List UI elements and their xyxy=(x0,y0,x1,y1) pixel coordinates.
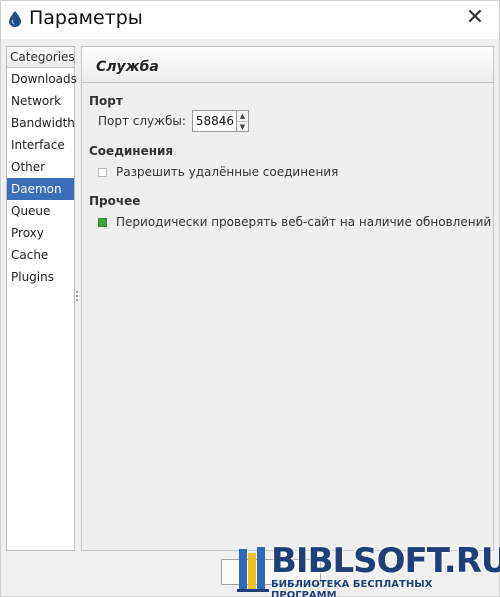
categories-header: Categories xyxy=(7,47,75,68)
watermark-overlay: BIBLSOFT.RU БИБЛИОТЕКА БЕСПЛАТНЫХ ПРОГРА… xyxy=(221,541,500,597)
sidebar-item-interface[interactable]: Interface xyxy=(7,134,74,156)
categories-list: Categories Downloads Network Bandwidth I… xyxy=(6,46,77,551)
daemon-settings-panel: Служба Порт Порт службы: 58846 ▲ ▼ Соеди… xyxy=(81,46,494,551)
drop-app-icon xyxy=(9,11,21,27)
check-updates-checkbox[interactable] xyxy=(98,217,107,227)
preferences-window: Параметры ✕ Categories Downloads Network… xyxy=(0,0,500,597)
daemon-port-input[interactable]: 58846 xyxy=(191,110,237,132)
port-label: Порт службы: xyxy=(98,114,186,128)
allow-remote-row[interactable]: Разрешить удалённые соединения xyxy=(98,165,338,179)
other-section-title: Прочее xyxy=(89,194,141,208)
sidebar-item-plugins[interactable]: Plugins xyxy=(7,266,74,288)
sidebar-item-cache[interactable]: Cache xyxy=(7,244,74,266)
watermark-tagline: БИБЛИОТЕКА БЕСПЛАТНЫХ ПРОГРАММ xyxy=(271,579,433,597)
close-icon[interactable]: ✕ xyxy=(461,5,489,31)
sidebar-item-proxy[interactable]: Proxy xyxy=(7,222,74,244)
connections-section-title: Соединения xyxy=(89,144,174,158)
sidebar-item-other[interactable]: Other xyxy=(7,156,74,178)
port-row: Порт службы: 58846 ▲ ▼ xyxy=(98,110,249,132)
sidebar-item-network[interactable]: Network xyxy=(7,90,74,112)
check-updates-row[interactable]: Периодически проверять веб-сайт на налич… xyxy=(98,215,491,229)
check-updates-label: Периодически проверять веб-сайт на налич… xyxy=(116,215,492,229)
spin-down-icon[interactable]: ▼ xyxy=(236,121,248,132)
pane-splitter-handle[interactable] xyxy=(75,291,79,305)
allow-remote-checkbox[interactable] xyxy=(98,167,107,177)
watermark-brand: BIBLSOFT.RU xyxy=(271,541,500,581)
sidebar-item-bandwidth[interactable]: Bandwidth xyxy=(7,112,75,134)
port-section-title: Порт xyxy=(89,94,123,108)
window-title: Параметры xyxy=(29,7,143,29)
sidebar-item-queue[interactable]: Queue xyxy=(7,200,74,222)
port-spinner: ▲ ▼ xyxy=(236,110,249,132)
panel-title: Служба xyxy=(82,47,493,83)
allow-remote-label: Разрешить удалённые соединения xyxy=(116,165,339,179)
title-bar: Параметры ✕ xyxy=(1,1,499,39)
spin-up-icon[interactable]: ▲ xyxy=(237,111,248,121)
sidebar-item-downloads[interactable]: Downloads xyxy=(7,68,77,90)
sidebar-item-daemon[interactable]: Daemon xyxy=(7,178,74,200)
